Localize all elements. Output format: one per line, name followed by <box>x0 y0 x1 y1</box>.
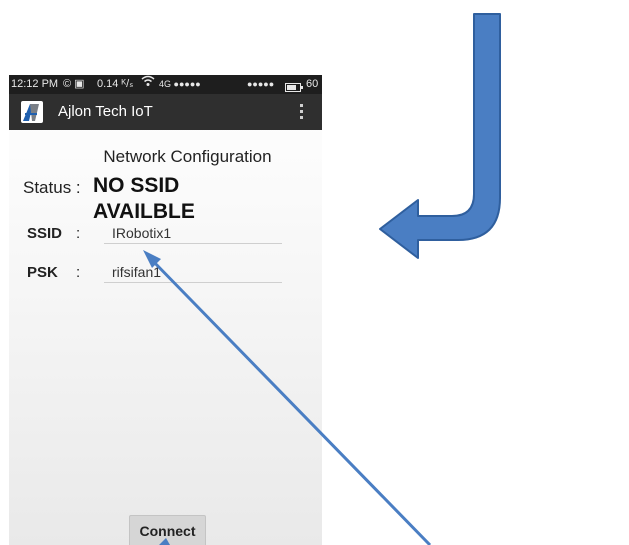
curved-arrow-icon <box>379 13 501 259</box>
pointer-line-icon <box>148 256 432 545</box>
annotation-overlay <box>143 13 501 545</box>
connect-marker-icon <box>159 538 170 545</box>
